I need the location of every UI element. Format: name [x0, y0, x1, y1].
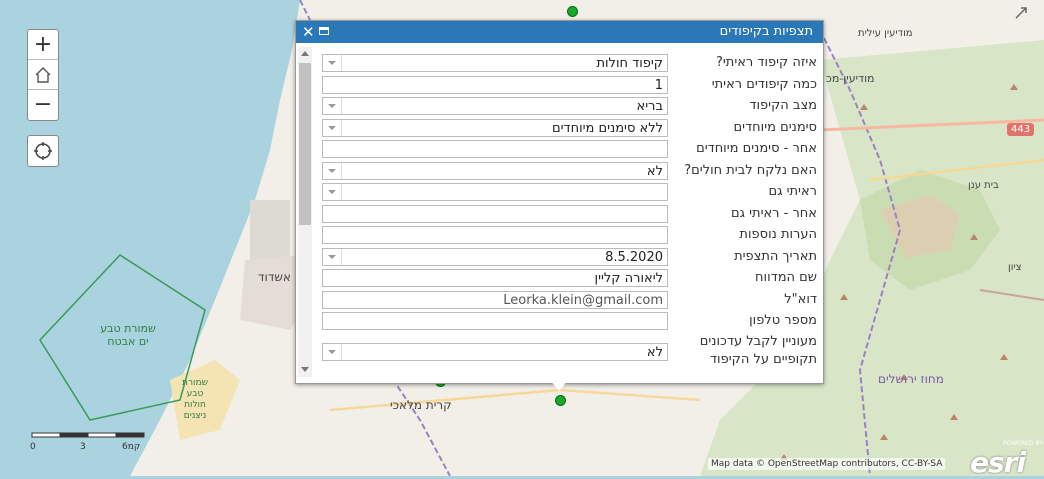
field-label: כמה קיפודים ראיתי: [711, 76, 817, 92]
map-label-dunes-reserve: שמורת טבע חולות ניצנים: [182, 378, 208, 421]
scale-label-6: 6קמ: [122, 442, 141, 452]
form-fields: איזה קיפוד ראיתי? קיפוד חולות כמה קיפודים …: [322, 53, 817, 373]
field-label: מספר טלפון: [749, 313, 817, 328]
field-label: איזה קיפוד ראיתי?: [715, 55, 817, 70]
text-field[interactable]: [322, 204, 668, 223]
text-field[interactable]: [322, 312, 668, 330]
map-label-tzion: ציון: [1008, 262, 1022, 273]
scroll-up-icon[interactable]: [301, 51, 309, 56]
select-field[interactable]: קיפוד חולות: [322, 54, 668, 72]
map-label-beit-anan: בית ענן: [968, 180, 999, 191]
zoom-controls: + −: [27, 29, 59, 121]
form-row: מספר טלפון: [322, 311, 817, 333]
observation-marker[interactable]: [567, 6, 578, 17]
map-label-ashdod: אשדוד: [258, 270, 291, 284]
popup-title: תצפיות בקיפודים: [719, 24, 813, 39]
select-field[interactable]: בריא: [322, 97, 668, 115]
field-value: קיפוד חולות: [596, 56, 663, 71]
form-row: האם נלקח לבית חולים? לא: [322, 161, 817, 183]
field-value: לא: [646, 344, 663, 360]
select-field[interactable]: [322, 183, 668, 201]
field-value: לא: [646, 163, 663, 179]
scroll-down-icon[interactable]: [301, 367, 309, 372]
field-label: מצב הקיפוד: [749, 98, 817, 113]
zoom-out-button[interactable]: −: [28, 90, 58, 120]
close-icon[interactable]: ✕: [302, 23, 315, 41]
text-field[interactable]: ליאורה קליין: [322, 269, 668, 287]
locate-button[interactable]: [27, 135, 59, 167]
map-label-kiryat-malachi: קרית מלאכי: [390, 398, 452, 412]
form-row: סימנים מיוחדים ללא סימנים מיוחדים: [322, 118, 817, 140]
chevron-down-icon[interactable]: [323, 119, 342, 136]
home-icon: [35, 66, 51, 83]
select-field[interactable]: ללא סימנים מיוחדים: [322, 118, 668, 137]
chevron-down-icon[interactable]: [323, 184, 342, 200]
field-value: ללא סימנים מיוחדים: [551, 120, 663, 136]
form-row: ראיתי גם: [322, 182, 817, 204]
scroll-thumb[interactable]: [299, 63, 311, 225]
fullscreen-icon[interactable]: [1012, 4, 1030, 22]
form-row: שם המדווח ליאורה קליין: [322, 268, 817, 290]
chevron-down-icon[interactable]: [323, 248, 342, 265]
form-row: הערות נוספות: [322, 225, 817, 247]
form-row: אחר - ראיתי גם: [322, 204, 817, 226]
chevron-down-icon[interactable]: [323, 162, 342, 179]
map-label-modiin-illit: מודיעין עילית: [858, 28, 913, 39]
form-row: מצב הקיפוד בריא: [322, 96, 817, 118]
field-label: האם נלקח לבית חולים?: [684, 162, 817, 178]
form-row: מעוניין לקבל עדכונים תקופיים על הקיפוד לא: [322, 333, 817, 373]
maximize-icon[interactable]: [319, 27, 329, 35]
field-value: 8.5.2020: [605, 249, 663, 265]
field-value: בריא: [636, 99, 663, 114]
map-label-jerusalem-district: מחוז ירושלים: [878, 372, 944, 386]
plus-icon: +: [33, 31, 53, 57]
field-value: Leorka.klein@gmail.com: [503, 292, 663, 308]
form-row: כמה קיפודים ראיתי 1: [322, 75, 817, 97]
observation-marker[interactable]: [555, 395, 566, 406]
locate-icon: [34, 142, 52, 160]
field-label: ראיתי גם: [768, 184, 817, 199]
esri-logo: esri: [970, 446, 1026, 479]
text-field[interactable]: 1: [322, 75, 668, 94]
minus-icon: −: [33, 92, 53, 117]
map-label-modiin: מודיעין-מכ: [826, 72, 875, 85]
field-label: אחר - סימנים מיוחדים: [696, 141, 817, 156]
map-attribution: Map data © OpenStreetMap contributors, C…: [708, 458, 946, 470]
text-field[interactable]: Leorka.klein@gmail.com: [322, 290, 668, 309]
field-label: מעוניין לקבל עדכונים תקופיים על הקיפוד: [699, 333, 817, 367]
field-label: הערות נוספות: [739, 227, 817, 242]
select-field[interactable]: לא: [322, 161, 668, 180]
chevron-down-icon[interactable]: [323, 98, 342, 114]
field-label: אחר - ראיתי גם: [731, 205, 817, 221]
field-value: ליאורה קליין: [594, 271, 663, 286]
road-shield-443: 443: [1007, 123, 1035, 136]
select-field[interactable]: לא: [322, 342, 668, 361]
field-label: תאריך התצפית: [734, 248, 817, 264]
home-button[interactable]: [28, 60, 58, 90]
field-label: סימנים מיוחדים: [733, 119, 817, 135]
chevron-down-icon[interactable]: [323, 343, 342, 360]
observation-popup: ✕ תצפיות בקיפודים איזה קיפוד ראיתי? קיפוד…: [295, 20, 824, 384]
zoom-in-button[interactable]: +: [28, 30, 58, 60]
map-label-sea-reserve: שמורת טבע ים אבטח: [100, 322, 156, 348]
scale-label-0: 0: [30, 442, 36, 452]
popup-scrollbar[interactable]: [298, 47, 312, 377]
form-row: אחר - סימנים מיוחדים: [322, 139, 817, 161]
scale-bar: 0 3 6קמ: [30, 430, 150, 460]
field-label: דוא"ל: [784, 291, 817, 307]
form-row: איזה קיפוד ראיתי? קיפוד חולות: [322, 53, 817, 75]
form-row: תאריך התצפית 8.5.2020: [322, 247, 817, 269]
field-label: שם המדווח: [755, 270, 817, 285]
form-row: דוא"ל Leorka.klein@gmail.com: [322, 290, 817, 312]
scale-label-3: 3: [80, 442, 86, 452]
field-value: 1: [654, 77, 663, 93]
popup-header: ✕ תצפיות בקיפודים: [296, 21, 823, 43]
chevron-down-icon[interactable]: [323, 55, 342, 71]
popup-pointer: [550, 380, 568, 391]
select-field[interactable]: 8.5.2020: [322, 247, 668, 266]
text-field[interactable]: [322, 140, 668, 158]
text-field[interactable]: [322, 226, 668, 244]
